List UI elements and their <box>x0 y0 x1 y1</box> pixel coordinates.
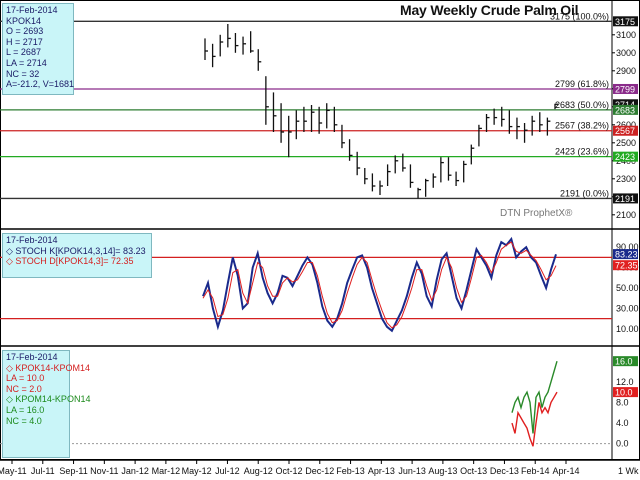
spread-info-date: 17-Feb-2014 <box>6 352 58 362</box>
x-label-16: Dec-13 <box>490 466 519 476</box>
x-label-14: Aug-13 <box>428 466 457 476</box>
x-label-15: Oct-13 <box>460 466 487 476</box>
stoch-info-date: 17-Feb-2014 <box>6 235 58 245</box>
price-info-high: H = 2717 <box>6 36 43 47</box>
stoch-k-marker: 83.23 <box>615 250 638 260</box>
spread-ytick-label-2: 4.0 <box>616 418 629 428</box>
fib-label-3: 2567 (38.2%) <box>555 121 609 131</box>
spread2-marker: 16.0 <box>615 357 633 367</box>
spread-ytick-label-0: 12.0 <box>616 377 634 387</box>
x-label-18: Apr-14 <box>552 466 579 476</box>
panel-frames <box>0 0 640 461</box>
stoch-ytick-label-3: 30.00 <box>616 303 639 313</box>
price-bars <box>204 24 558 199</box>
chart-title: May Weekly Crude Palm Oil <box>400 2 579 18</box>
price-info-avg: A=-21.2, V=1681 <box>6 79 75 90</box>
x-label-5: Mar-12 <box>152 466 181 476</box>
price-ytick-label-1: 3000 <box>616 48 636 58</box>
price-ytick-label-6: 2500 <box>616 138 636 148</box>
stoch-d-marker: 72.35 <box>615 261 638 271</box>
price-ytick-label-2: 2900 <box>616 66 636 76</box>
watermark: DTN ProphetX® <box>500 208 573 219</box>
price-info-nc: NC = 32 <box>6 68 40 79</box>
x-label-9: Oct-12 <box>275 466 302 476</box>
price-marker-3: 2683 <box>615 105 635 115</box>
x-label-4: Jan-12 <box>121 466 149 476</box>
outer-frame <box>0 0 640 460</box>
price-marker-0: 3175 <box>615 17 635 27</box>
spread-lines <box>0 361 612 447</box>
stoch-k-label: STOCH K[KPOK14,3,14]= 83.23 <box>15 245 146 256</box>
spread2-info-name: ◇ KPOM14-KPON14 <box>6 394 91 405</box>
stoch-info-k: ◇ STOCH K[KPOK14,3,14]= 83.23 <box>6 245 146 256</box>
price-marker-1: 2799 <box>615 84 635 94</box>
x-label-1: Jul-11 <box>31 466 55 476</box>
price-info-last: LA = 2714 <box>6 57 47 68</box>
stoch-ytick-label-2: 50.00 <box>616 283 639 293</box>
fib-label-1: 2799 (61.8%) <box>555 79 609 89</box>
spread2-line <box>511 361 558 434</box>
x-label-11: Feb-13 <box>336 466 365 476</box>
spread1-info-name: ◇ KPOK14-KPOM14 <box>6 362 90 373</box>
spread1-name: KPOK14-KPOM14 <box>15 362 90 373</box>
x-label-7: Jul-12 <box>215 466 240 476</box>
price-info-date: 17-Feb-2014 <box>6 5 58 15</box>
stoch-info-box: 17-Feb-2014 ◇ STOCH K[KPOK14,3,14]= 83.2… <box>2 233 152 278</box>
spread2-info-nc: NC = 4.0 <box>6 415 42 426</box>
spread-info-box: 17-Feb-2014 ◇ KPOK14-KPOM14 LA = 10.0 NC… <box>2 350 91 458</box>
stoch-k-line <box>202 236 557 333</box>
x-label-10: Dec-12 <box>305 466 334 476</box>
price-info-symbol: KPOK14 <box>6 15 42 26</box>
x-unit-label: 1 Wk <box>618 466 639 476</box>
x-label-0: May-11 <box>0 466 27 476</box>
price-ytick-label-0: 3100 <box>616 30 636 40</box>
x-label-17: Feb-14 <box>521 466 550 476</box>
fib-label-2: 2683 (50.0%) <box>555 100 609 110</box>
fib-label-4: 2423 (23.6%) <box>555 147 609 157</box>
spread-ytick-label-1: 8.0 <box>616 397 629 407</box>
spread1-marker: 10.0 <box>615 388 633 398</box>
x-label-13: Jun-13 <box>398 466 426 476</box>
price-info-low: L = 2687 <box>6 47 41 58</box>
stoch-d-label: STOCH D[KPOK14,3]= 72.35 <box>15 256 134 267</box>
price-ytick-label-8: 2300 <box>616 174 636 184</box>
fibonacci-levels: 3175 (100.0%)2799 (61.8%)2683 (50.0%)256… <box>0 11 612 200</box>
stoch-ytick-label-4: 10.00 <box>616 324 639 334</box>
x-label-12: Apr-13 <box>368 466 395 476</box>
spread2-info-la: LA = 16.0 <box>6 404 45 415</box>
spread1-info-la: LA = 10.0 <box>6 373 45 384</box>
spread-ytick-label-3: 0.0 <box>616 439 629 449</box>
stoch-d-line <box>202 241 557 329</box>
price-marker-6: 2191 <box>615 194 635 204</box>
x-label-6: May-12 <box>182 466 212 476</box>
spread1-info-nc: NC = 2.0 <box>6 383 42 394</box>
price-marker-4: 2567 <box>615 126 635 136</box>
fib-label-5: 2191 (0.0%) <box>560 188 609 198</box>
price-ytick-label-10: 2100 <box>616 210 636 220</box>
spread2-name: KPOM14-KPON14 <box>15 394 91 405</box>
x-label-2: Sep-11 <box>59 466 87 476</box>
price-marker-5: 2423 <box>615 152 635 162</box>
x-label-3: Nov-11 <box>90 466 118 476</box>
price-info-box: 17-Feb-2014 KPOK14 O = 2693 H = 2717 L =… <box>2 3 74 95</box>
price-info-open: O = 2693 <box>6 26 44 37</box>
x-label-8: Aug-12 <box>244 466 273 476</box>
stoch-info-d: ◇ STOCH D[KPOK14,3]= 72.35 <box>6 256 134 267</box>
